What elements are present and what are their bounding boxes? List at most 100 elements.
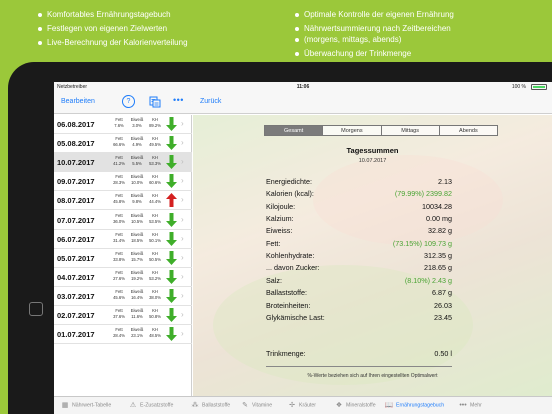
day-row[interactable]: 02.07.2017 Fett 37.6% Eiweiß 11.6% KH 50.8% › bbox=[54, 306, 192, 325]
nutrient-value-group: 10034.28 bbox=[422, 202, 452, 211]
nutrient-value: 0.50 l bbox=[434, 349, 452, 358]
protein-stat: Eiweiß 10.0% bbox=[128, 174, 146, 186]
protein-percent: 4.9% bbox=[132, 142, 142, 148]
carbs-percent: 44.4% bbox=[149, 199, 161, 205]
chevron-right-icon: › bbox=[181, 252, 184, 262]
app-screen: Netzbetreiber 11:06 100 % Bearbeiten ? •… bbox=[54, 82, 552, 414]
protein-percent: 16.4% bbox=[131, 294, 143, 300]
nutrient-row: Salz: (8.10%) 2.43 g bbox=[266, 276, 452, 288]
carbs-percent: 49.5% bbox=[149, 142, 161, 148]
tab-e-zusatzstoffe[interactable]: ⚠ E-Zusatzstoffe bbox=[128, 401, 174, 411]
fat-stat: Fett 36.0% bbox=[110, 213, 128, 225]
nutrient-value-group: (8.10%) 2.43 g bbox=[405, 276, 452, 285]
nutrient-label: Salz: bbox=[266, 275, 282, 285]
herb-icon: ✢ bbox=[289, 402, 295, 409]
segment-mittags[interactable]: Mittags bbox=[382, 126, 440, 135]
day-date: 06.08.2017 bbox=[57, 120, 95, 129]
day-row[interactable]: 03.07.2017 Fett 45.6% Eiweiß 16.4% KH 38.0% › bbox=[54, 287, 192, 306]
fat-percent: 7.6% bbox=[114, 123, 124, 128]
nutrient-row: Kalzium: 0.00 mg bbox=[266, 214, 452, 226]
arrow-down-icon bbox=[166, 174, 177, 189]
clock: 11:06 bbox=[296, 84, 310, 90]
day-date: 02.07.2017 bbox=[57, 311, 95, 320]
protein-percent: 19.2% bbox=[131, 275, 143, 281]
day-list: 06.08.2017 Fett 7.6% Eiweiß 3.0% KH 89.2% › 05.0… bbox=[54, 115, 192, 396]
arrow-down-icon bbox=[166, 308, 177, 322]
day-date: 10.07.2017 bbox=[57, 158, 95, 168]
tab-label: Vitamine bbox=[252, 402, 273, 409]
segment-gesamt[interactable]: Gesamt bbox=[265, 126, 324, 135]
day-row[interactable]: 05.07.2017 Fett 33.8% Eiweiß 15.7% KH 50.5% › bbox=[54, 249, 192, 268]
feature-item: Überwachung der Trinkmenge bbox=[293, 49, 454, 59]
edit-button[interactable]: Bearbeiten bbox=[61, 98, 95, 105]
chevron-right-icon: › bbox=[181, 310, 184, 319]
pill-icon: ✎ bbox=[242, 402, 248, 409]
carbs-percent: 53.2% bbox=[149, 275, 161, 281]
tab-mineralstoffe[interactable]: ❖ Mineralstoffe bbox=[334, 401, 376, 411]
tab-vitamine[interactable]: ✎ Vitamine bbox=[240, 401, 272, 411]
more-options-icon[interactable]: ••• bbox=[173, 95, 184, 105]
chevron-right-icon: › bbox=[181, 119, 184, 128]
nutrient-label: Broteinheiten: bbox=[266, 300, 311, 310]
protein-stat: Eiweiß 19.2% bbox=[128, 270, 146, 282]
arrow-down-icon bbox=[166, 136, 177, 151]
home-button[interactable] bbox=[29, 302, 43, 316]
day-row[interactable]: 04.07.2017 Fett 27.6% Eiweiß 19.2% KH 53.2% › bbox=[54, 268, 192, 287]
day-row[interactable]: 08.07.2017 Fett 45.8% Eiweiß 9.8% KH 44.4% › bbox=[54, 191, 192, 211]
carbs-percent: 53.5% bbox=[149, 218, 161, 224]
tab-kraeuter[interactable]: ✢ Kräuter bbox=[287, 401, 316, 411]
footnote: %-Werte beziehen sich auf Ihren eingeste… bbox=[307, 373, 438, 379]
nutrient-label: Energiedichte: bbox=[266, 177, 312, 186]
nutrient-value-group: 218.65 g bbox=[424, 263, 452, 272]
nutrient-row: Kilojoule: 10034.28 bbox=[266, 202, 452, 214]
carbs-percent: 89.2% bbox=[149, 123, 161, 128]
nutrient-label: Kohlenhydrate: bbox=[266, 251, 315, 261]
wheat-icon: ⁂ bbox=[191, 402, 199, 409]
day-row[interactable]: 06.08.2017 Fett 7.6% Eiweiß 3.0% KH 89.2% › bbox=[54, 115, 192, 134]
tab-ernaehrungstagebuch[interactable]: 📖 Ernährungstagebuch bbox=[384, 401, 445, 411]
tab-label: Ernährungstagebuch bbox=[396, 402, 445, 409]
tab-mehr[interactable]: ••• Mehr bbox=[458, 401, 482, 411]
tab-ballaststoffe[interactable]: ⁂ Ballaststoffe bbox=[190, 401, 231, 411]
divider bbox=[266, 366, 452, 367]
fat-stat: Fett 28.4% bbox=[110, 327, 128, 339]
fat-stat: Fett 37.6% bbox=[110, 308, 128, 320]
day-row[interactable]: 07.07.2017 Fett 36.0% Eiweiß 10.5% KH 53.5% › bbox=[54, 211, 192, 230]
day-row[interactable]: 01.07.2017 Fett 28.4% Eiweiß 23.1% KH 48.5% › bbox=[54, 325, 192, 345]
tab-naehrwert-tabelle[interactable]: ▦ Nährwert-Tabelle bbox=[60, 401, 112, 411]
arrow-down-icon bbox=[166, 212, 177, 227]
feature-item: Optimale Kontrolle der eigenen Ernährung bbox=[293, 10, 454, 20]
day-row[interactable]: 10.07.2017 Fett 41.2% Eiweiß 5.5% KH 53.3% › bbox=[54, 153, 192, 173]
segment-abends[interactable]: Abends bbox=[440, 126, 497, 135]
back-button[interactable]: Zurück bbox=[200, 98, 221, 105]
segment-morgens[interactable]: Morgens bbox=[323, 126, 382, 135]
fat-percent: 45.8% bbox=[113, 199, 125, 205]
chevron-right-icon: › bbox=[181, 329, 184, 339]
tab-label: Mehr bbox=[470, 402, 482, 409]
carbs-stat: KH 89.2% bbox=[146, 117, 164, 129]
day-date: 01.07.2017 bbox=[57, 330, 95, 340]
nutrient-value: 2399.82 bbox=[426, 189, 452, 199]
nutrient-value: 32.82 g bbox=[428, 226, 452, 236]
calendar-list-icon[interactable] bbox=[149, 96, 161, 108]
mineral-icon: ❖ bbox=[335, 402, 343, 409]
day-date: 06.07.2017 bbox=[57, 234, 95, 244]
carbs-stat: KH 53.3% bbox=[146, 155, 164, 167]
chevron-right-icon: › bbox=[181, 290, 184, 300]
nutrient-row: Kohlenhydrate: 312.35 g bbox=[266, 251, 452, 263]
protein-stat: Eiweiß 10.5% bbox=[128, 213, 146, 225]
arrow-down-icon bbox=[166, 117, 177, 131]
nutrient-value-group: 23.45 bbox=[434, 313, 452, 322]
nutrient-value: 26.03 bbox=[434, 300, 452, 310]
carbs-percent: 50.8% bbox=[149, 314, 161, 319]
help-icon[interactable]: ? bbox=[122, 95, 135, 108]
chevron-right-icon: › bbox=[181, 138, 184, 148]
nutrient-percent: (73.15%) bbox=[392, 238, 423, 248]
day-date: 05.08.2017 bbox=[57, 139, 95, 149]
fat-percent: 31.4% bbox=[113, 237, 125, 243]
fat-percent: 28.3% bbox=[113, 180, 125, 186]
day-row[interactable]: 05.08.2017 Fett 66.6% Eiweiß 4.9% KH 49.5% › bbox=[54, 134, 192, 154]
day-row[interactable]: 06.07.2017 Fett 31.4% Eiweiß 18.5% KH 50.1% › bbox=[54, 230, 192, 249]
nutrient-percent: (8.10%) bbox=[404, 275, 431, 285]
day-row[interactable]: 09.07.2017 Fett 28.3% Eiweiß 10.0% KH 60.6% › bbox=[54, 172, 192, 192]
